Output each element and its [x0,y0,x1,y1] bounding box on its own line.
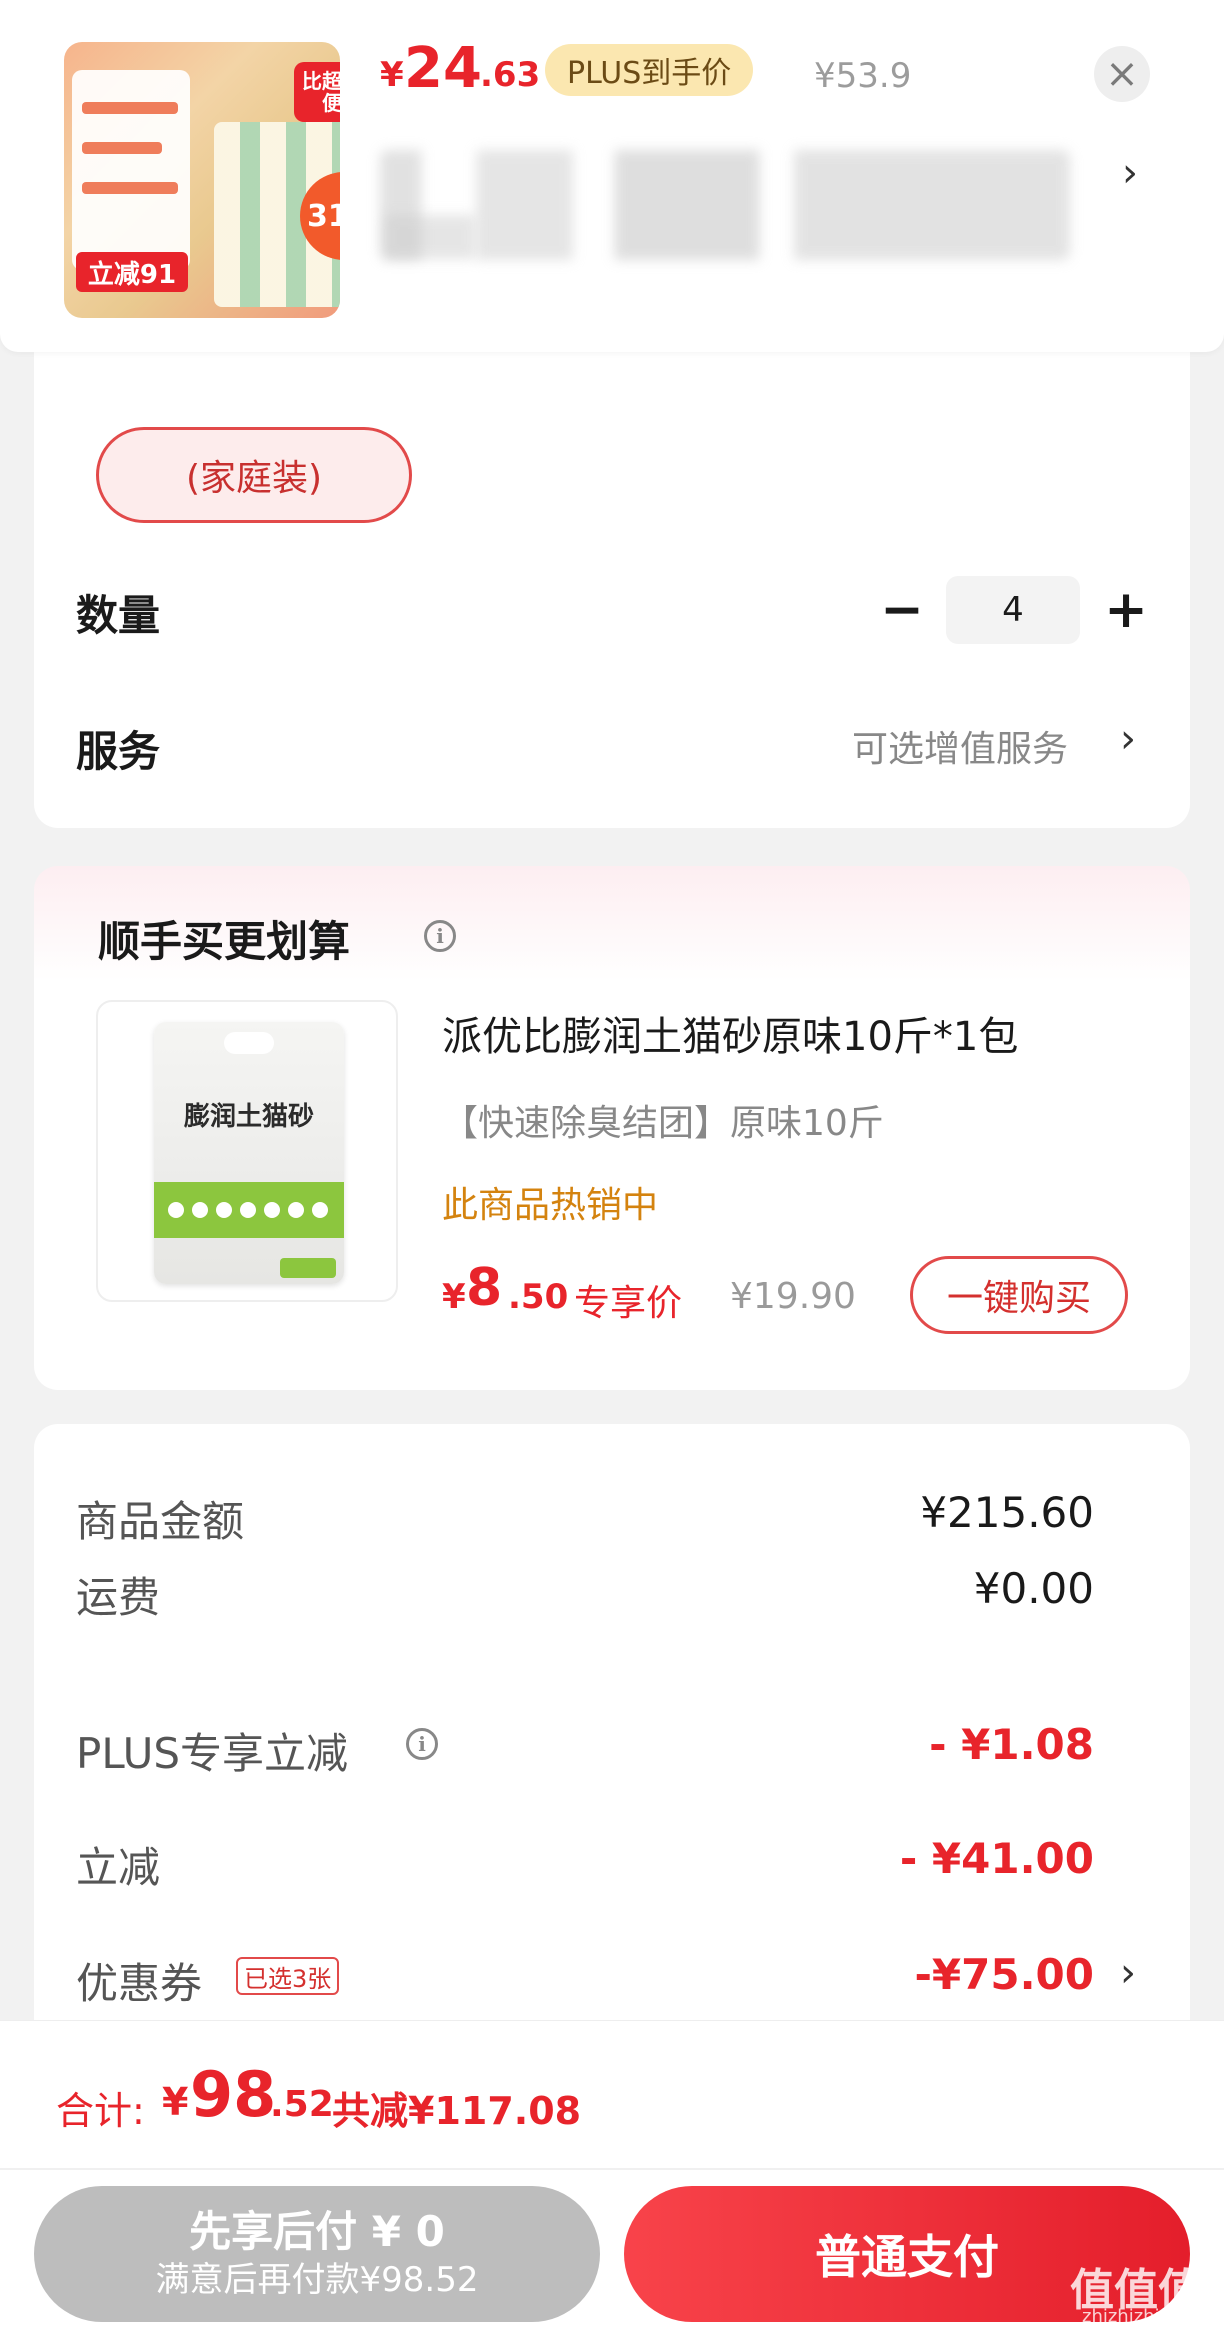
upsell-title: 顺手买更划算 [98,917,351,966]
chevron-right-icon[interactable]: › [1120,716,1136,762]
chevron-right-icon[interactable]: › [1120,1950,1136,1996]
total-label: 合计: [56,2089,145,2133]
summary-row-label: 商品金额 [76,1497,245,1546]
price-decimal: .63 [480,55,541,95]
upsell-original-price: ¥19.90 [730,1276,856,1317]
bag-dot [216,1202,232,1218]
quantity-label: 数量 [76,591,161,640]
price-integer: 24 [404,36,482,101]
summary-row-value: - ¥41.00 [899,1834,1094,1883]
thumb-promo-panel [72,70,190,270]
coupon-count-badge: 已选3张 [236,1957,340,1995]
bag-dot [264,1202,280,1218]
summary-row-value: ¥215.60 [920,1488,1094,1537]
chevron-right-icon[interactable]: › [1122,150,1138,196]
bag-weight-tag [280,1258,336,1278]
price-currency: ¥ [380,55,404,95]
info-icon[interactable]: i [406,1728,438,1760]
watermark-url: zhizhizhi.com [1082,2306,1204,2327]
upsell-price-currency: ¥ [442,1277,466,1317]
thumb-promo-line [82,142,162,154]
info-icon-glyph: i [436,924,444,948]
product-title-redacted-line2 [385,215,475,259]
pay-later-title: 先享后付 ¥ 0 [189,2207,445,2256]
bag-dot [168,1202,184,1218]
hot-sale-label: 此商品热销中 [442,1185,659,1226]
bag-dot [312,1202,328,1218]
thumb-promo-line [82,182,178,194]
thumb-promo-line [82,102,178,114]
original-price: ¥53.9 [814,56,912,96]
upsell-product-name[interactable]: 派优比膨润土猫砂原味10斤*1包 [442,1004,1018,1062]
service-option-link[interactable]: 可选增值服务 [852,720,1068,772]
upsell-price-decimal: .50 [508,1277,569,1317]
bag-dot [192,1202,208,1218]
cat-litter-bag: 膨润土猫砂 [154,1022,344,1284]
bag-dot [288,1202,304,1218]
coupon-value[interactable]: -¥75.00 [914,1950,1094,1999]
total-currency: ¥ [162,2080,189,2124]
product-thumbnail[interactable]: 比超市更便宜 31.2 立减91 [64,42,340,318]
thumb-tag-cheaper: 比超市更便宜 [294,62,340,122]
plus-price-badge: PLUS到手价 [545,44,754,96]
summary-row-label: 运费 [76,1573,161,1622]
summary-row-value: - ¥1.08 [929,1720,1094,1769]
bag-dot [240,1202,256,1218]
one-click-buy-button[interactable]: 一键购买 [910,1256,1128,1334]
pay-later-button[interactable]: 先享后付 ¥ 0 满意后再付款¥98.52 [34,2186,600,2322]
summary-row-label: PLUS专享立减 [76,1729,349,1778]
summary-row-label: 立减 [76,1843,161,1892]
upsell-product-spec: 【快速除臭结团】原味10斤 [442,1103,884,1144]
quantity-increase-button[interactable]: + [1104,578,1148,642]
total-decimal: .52 [270,2084,334,2125]
variant-option-selected[interactable]: (家庭装) [96,427,412,523]
bag-label: 膨润土猫砂 [183,1102,314,1132]
divider [0,2168,1224,2170]
close-icon: × [1105,51,1139,97]
bag-handle [224,1032,274,1054]
quantity-decrease-button[interactable]: − [880,578,924,642]
close-button[interactable]: × [1094,46,1150,102]
summary-row-value: ¥0.00 [973,1564,1094,1613]
info-icon[interactable]: i [424,920,456,952]
service-label: 服务 [76,727,161,776]
product-title-redacted[interactable] [380,150,1070,260]
exclusive-price-label: 专享价 [574,1283,683,1324]
thumb-tag-discount: 立减91 [76,252,188,292]
pay-later-subtitle: 满意后再付款¥98.52 [155,2260,479,2300]
info-icon-glyph: i [418,1732,426,1756]
quantity-input[interactable]: 4 [946,576,1080,644]
total-savings: 共减¥117.08 [332,2089,582,2133]
total-integer: 98 [190,2058,277,2131]
coupon-label[interactable]: 优惠券 [76,1950,202,2011]
upsell-price-integer: 8 [466,1258,503,1318]
upsell-product-image[interactable]: 膨润土猫砂 [96,1000,398,1302]
